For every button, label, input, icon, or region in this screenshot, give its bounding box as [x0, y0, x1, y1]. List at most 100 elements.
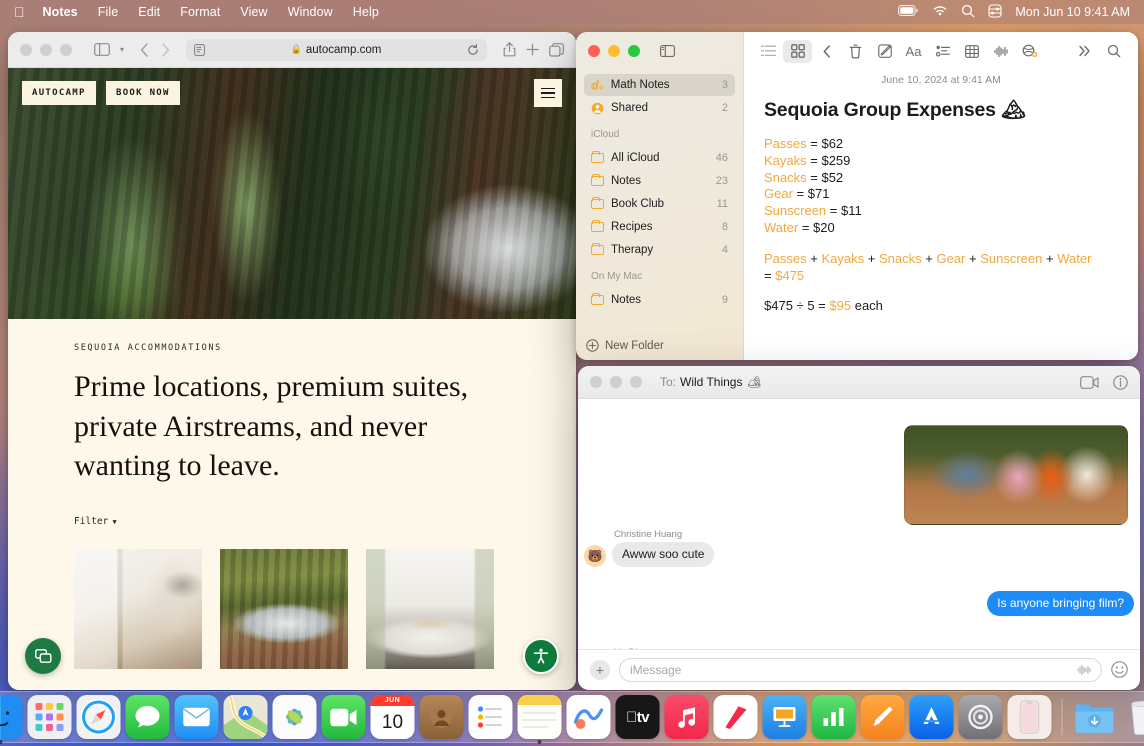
list-view-button[interactable] [754, 40, 783, 63]
card-airstream-exterior[interactable] [220, 549, 348, 669]
sidebar-item-all-icloud[interactable]: All iCloud 46 [584, 147, 735, 169]
dock-item-trash[interactable] [1122, 695, 1144, 739]
zoom-button[interactable] [628, 45, 640, 57]
share-button[interactable] [503, 42, 516, 57]
apple-logo-icon[interactable]:  [14, 5, 25, 19]
reader-view-icon[interactable] [194, 44, 205, 56]
music-icon[interactable] [665, 695, 709, 739]
dock-item-downloads[interactable] [1073, 695, 1117, 739]
reminders-icon[interactable] [469, 695, 513, 739]
menu-item-format[interactable]: Format [170, 5, 230, 19]
zoom-button[interactable] [60, 44, 72, 56]
notes-search-button[interactable] [1099, 40, 1128, 63]
trash-icon[interactable] [841, 40, 870, 63]
avatar[interactable]: 🐻 [584, 545, 606, 567]
safari-window-controls[interactable] [20, 44, 72, 56]
checklist-button[interactable] [928, 40, 957, 63]
keynote-icon[interactable] [763, 695, 807, 739]
address-bar-url[interactable]: 🔒 autocamp.com [211, 44, 461, 56]
downloads-folder-icon[interactable] [1073, 695, 1117, 739]
audio-waveform-button[interactable] [986, 40, 1015, 63]
tab-overview-button[interactable] [549, 43, 564, 57]
settings-gear-icon[interactable] [959, 695, 1003, 739]
messages-window-controls[interactable] [590, 376, 642, 388]
table-button[interactable] [957, 40, 986, 63]
imessage-input[interactable]: iMessage [619, 658, 1102, 682]
dock-item-calendar[interactable]: JUN 10 [371, 695, 415, 739]
dock-item-mail[interactable] [175, 695, 219, 739]
dock-item-reminders[interactable] [469, 695, 513, 739]
recipient-field[interactable]: To: Wild Things 🏕 [660, 375, 762, 389]
card-airstream-bedroom[interactable] [366, 549, 494, 669]
freeform-icon[interactable] [567, 695, 611, 739]
sidebar-icon[interactable] [94, 43, 110, 56]
dock-item-pages[interactable] [861, 695, 905, 739]
facetime-icon[interactable] [322, 695, 366, 739]
reload-button[interactable] [467, 44, 479, 56]
dock-item-safari[interactable] [77, 695, 121, 739]
dock-item-maps[interactable] [224, 695, 268, 739]
dock-item-keynote[interactable] [763, 695, 807, 739]
menu-bar-clock[interactable]: Mon Jun 10 9:41 AM [1015, 5, 1130, 19]
dock-item-music[interactable] [665, 695, 709, 739]
hamburger-menu-icon[interactable] [534, 79, 562, 107]
photos-icon[interactable] [273, 695, 317, 739]
notes-window[interactable]: ⅆ₀ Math Notes 3 Shared 2 iCloud All iClo… [576, 32, 1138, 360]
safari-window[interactable]: ▾ 🔒 autocamp.com [8, 32, 576, 690]
contacts-icon[interactable] [420, 695, 464, 739]
message-bubble[interactable]: Awww soo cute [612, 542, 714, 567]
sidebar-item-notes-local[interactable]: Notes 9 [584, 289, 735, 311]
minimize-button[interactable] [40, 44, 52, 56]
card-airstream-interior[interactable] [74, 549, 202, 669]
news-icon[interactable] [714, 695, 758, 739]
autocamp-logo[interactable]: AUTOCAMP [22, 81, 96, 105]
sidebar-item-shared[interactable]: Shared 2 [584, 97, 735, 119]
numbers-icon[interactable] [812, 695, 856, 739]
wifi-icon[interactable] [932, 5, 948, 20]
sidebar-item-therapy[interactable]: Therapy 4 [584, 239, 735, 261]
chevron-down-icon[interactable]: ▾ [120, 45, 124, 54]
plus-icon[interactable]: + [590, 660, 610, 680]
messages-icon[interactable] [126, 695, 170, 739]
sidebar-toggle-icon[interactable] [660, 45, 675, 57]
gallery-view-button[interactable] [783, 40, 812, 63]
new-folder-button[interactable]: New Folder [586, 339, 664, 352]
notes-icon[interactable] [518, 695, 562, 739]
close-button[interactable] [588, 45, 600, 57]
facetime-video-icon[interactable] [1080, 376, 1099, 389]
dock-item-settings[interactable] [959, 695, 1003, 739]
format-Aa-button[interactable]: Aa [899, 40, 928, 63]
pages-icon[interactable] [861, 695, 905, 739]
dock-item-facetime[interactable] [322, 695, 366, 739]
appletv-icon[interactable]: tv [616, 695, 660, 739]
close-button[interactable] [590, 376, 602, 388]
mail-icon[interactable] [175, 695, 219, 739]
dock-item-appstore[interactable] [910, 695, 954, 739]
book-now-button[interactable]: BOOK NOW [106, 81, 180, 105]
trash-icon[interactable] [1122, 695, 1144, 739]
appstore-icon[interactable] [910, 695, 954, 739]
accessibility-icon[interactable] [523, 638, 559, 674]
zoom-button[interactable] [630, 376, 642, 388]
calendar-icon[interactable]: JUN 10 [371, 695, 415, 739]
filter-control[interactable]: Filter ▼ [74, 516, 576, 527]
dock-item-launchpad[interactable] [28, 695, 72, 739]
dock-item-freeform[interactable] [567, 695, 611, 739]
safari-web-content[interactable]: AUTOCAMP BOOK NOW SEQUOIA ACCOMMODATIONS… [8, 68, 576, 690]
maps-icon[interactable] [224, 695, 268, 739]
messages-window[interactable]: To: Wild Things 🏕 🐻 Christine Huang Awww [578, 366, 1140, 690]
launchpad-icon[interactable] [28, 695, 72, 739]
dock-item-numbers[interactable] [812, 695, 856, 739]
iphone-mirroring-icon[interactable] [1008, 695, 1052, 739]
audio-waveform-icon[interactable] [1077, 664, 1091, 676]
menu-item-window[interactable]: Window [278, 5, 343, 19]
menu-item-view[interactable]: View [230, 5, 277, 19]
menu-item-edit[interactable]: Edit [128, 5, 170, 19]
emoji-smiley-icon[interactable] [1111, 661, 1128, 678]
minimize-button[interactable] [610, 376, 622, 388]
message-thread[interactable]: 🐻 Christine Huang Awww soo cute Is anyon… [578, 399, 1140, 649]
menu-item-help[interactable]: Help [343, 5, 389, 19]
sidebar-item-math-notes[interactable]: ⅆ₀ Math Notes 3 [584, 74, 735, 96]
dock-item-iphone-mirroring[interactable] [1008, 695, 1052, 739]
control-center-icon[interactable] [988, 4, 1002, 21]
